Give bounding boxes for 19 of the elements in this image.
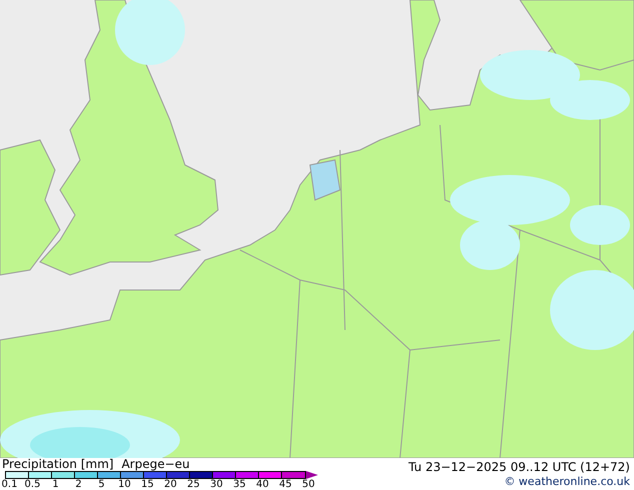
scale-label: 0.1 (0, 479, 18, 490)
scale-label: 5 (97, 479, 106, 490)
scale-label: 20 (163, 479, 178, 490)
copyright-link[interactable]: © weatheronline.co.uk (504, 475, 630, 489)
valid-time: Tu 23−12−2025 09..12 UTC (12+72) (408, 459, 630, 475)
scale-label: 35 (232, 479, 247, 490)
legend-title: Precipitation [mm] (2, 458, 114, 471)
scale-label: 50 (301, 479, 316, 490)
scale-label: 10 (117, 479, 132, 490)
overflow-arrow-icon (306, 471, 318, 479)
scale-label: 15 (140, 479, 155, 490)
model-name: Arpege−eu (122, 458, 190, 471)
scale-label: 40 (255, 479, 270, 490)
scale-label: 2 (74, 479, 83, 490)
scale-label: 1 (51, 479, 60, 490)
scale-label: 30 (209, 479, 224, 490)
scale-label: 25 (186, 479, 201, 490)
scale-label: 45 (278, 479, 293, 490)
scale-label: 0.5 (24, 479, 42, 490)
